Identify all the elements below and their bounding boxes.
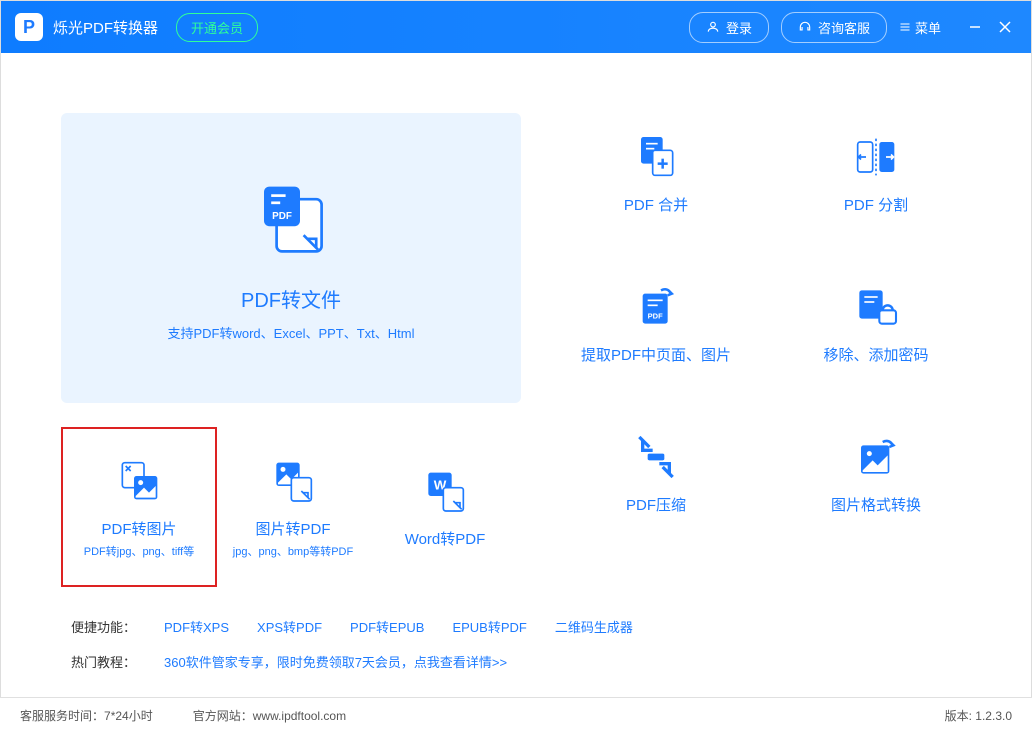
tutorials-row: 热门教程： 360软件管家专享，限时免费领取7天会员，点我查看详情>>: [71, 652, 961, 671]
image-format-icon: [851, 432, 901, 482]
pdf-to-image-icon: [114, 456, 164, 506]
main-card-subtitle: 支持PDF转word、Excel、PPT、Txt、Html: [167, 323, 414, 342]
pdf-merge-card[interactable]: PDF 合并: [561, 113, 751, 233]
shortcut-link[interactable]: EPUB转PDF: [452, 617, 526, 636]
shortcut-link[interactable]: XPS转PDF: [257, 617, 322, 636]
pdf-split-icon: [851, 132, 901, 182]
version-label: 版本:: [945, 709, 976, 723]
tool-title: PDF 合并: [624, 194, 688, 215]
user-icon: [706, 20, 720, 34]
website-link[interactable]: www.ipdftool.com: [253, 709, 346, 723]
minimize-button[interactable]: [963, 15, 987, 39]
website-label: 官方网站：: [193, 707, 253, 724]
service-time-label: 客服服务时间：: [20, 707, 104, 724]
shortcuts-label: 便捷功能：: [71, 617, 136, 636]
app-title: 烁光PDF转换器: [53, 17, 158, 38]
pdf-merge-icon: [631, 132, 681, 182]
title-bar: P 烁光PDF转换器 开通会员 登录 咨询客服 菜单: [1, 1, 1031, 53]
tool-title: 提取PDF中页面、图片: [581, 344, 731, 365]
pdf-to-image-card[interactable]: PDF转图片 PDF转jpg、png、tiff等: [61, 427, 217, 587]
tool-title: 图片格式转换: [831, 494, 921, 515]
small-card-title: PDF转图片: [101, 518, 176, 539]
status-bar: 客服服务时间： 7*24小时 官方网站： www.ipdftool.com 版本…: [0, 697, 1032, 733]
headset-icon: [798, 20, 812, 34]
small-card-subtitle: jpg、png、bmp等转PDF: [233, 543, 353, 559]
image-to-pdf-card[interactable]: 图片转PDF jpg、png、bmp等转PDF: [217, 427, 369, 587]
service-time: 7*24小时: [104, 707, 153, 724]
pdf-split-card[interactable]: PDF 分割: [781, 113, 971, 233]
small-card-title: 图片转PDF: [255, 518, 330, 539]
small-card-title: Word转PDF: [405, 528, 486, 549]
app-logo: P: [15, 13, 43, 41]
pdf-password-icon: [851, 282, 901, 332]
pdf-compress-card[interactable]: PDF压缩: [561, 413, 751, 533]
login-button[interactable]: 登录: [689, 12, 769, 43]
hamburger-icon: [899, 21, 911, 33]
svg-text:PDF: PDF: [648, 311, 663, 320]
pdf-extract-icon: PDF: [631, 282, 681, 332]
shortcut-link[interactable]: PDF转XPS: [164, 617, 229, 636]
close-icon: [999, 21, 1011, 33]
menu-button[interactable]: 菜单: [899, 18, 941, 37]
main-card-title: PDF转文件: [241, 284, 341, 313]
small-card-subtitle: PDF转jpg、png、tiff等: [84, 543, 194, 559]
version-value: 1.2.3.0: [975, 709, 1012, 723]
pdf-compress-icon: [631, 432, 681, 482]
tutorials-label: 热门教程：: [71, 652, 136, 671]
shortcut-link[interactable]: 二维码生成器: [555, 617, 633, 636]
image-to-pdf-icon: [268, 456, 318, 506]
tool-title: PDF压缩: [626, 494, 686, 515]
shortcut-link[interactable]: PDF转EPUB: [350, 617, 424, 636]
image-format-card[interactable]: 图片格式转换: [781, 413, 971, 533]
pdf-to-file-icon: PDF: [246, 174, 336, 264]
svg-text:PDF: PDF: [272, 211, 292, 222]
tool-title: 移除、添加密码: [823, 344, 928, 365]
tutorial-link[interactable]: 360软件管家专享，限时免费领取7天会员，点我查看详情>>: [164, 652, 507, 671]
tool-title: PDF 分割: [844, 194, 908, 215]
pdf-to-file-card[interactable]: PDF PDF转文件 支持PDF转word、Excel、PPT、Txt、Html: [61, 113, 521, 403]
pdf-password-card[interactable]: 移除、添加密码: [781, 263, 971, 383]
support-button[interactable]: 咨询客服: [781, 12, 887, 43]
vip-button[interactable]: 开通会员: [176, 13, 258, 42]
word-to-pdf-icon: W: [420, 466, 470, 516]
pdf-extract-card[interactable]: PDF 提取PDF中页面、图片: [561, 263, 751, 383]
word-to-pdf-card[interactable]: W Word转PDF: [369, 427, 521, 587]
minimize-icon: [969, 21, 981, 33]
close-button[interactable]: [993, 15, 1017, 39]
shortcuts-row: 便捷功能： PDF转XPS XPS转PDF PDF转EPUB EPUB转PDF …: [71, 617, 961, 636]
